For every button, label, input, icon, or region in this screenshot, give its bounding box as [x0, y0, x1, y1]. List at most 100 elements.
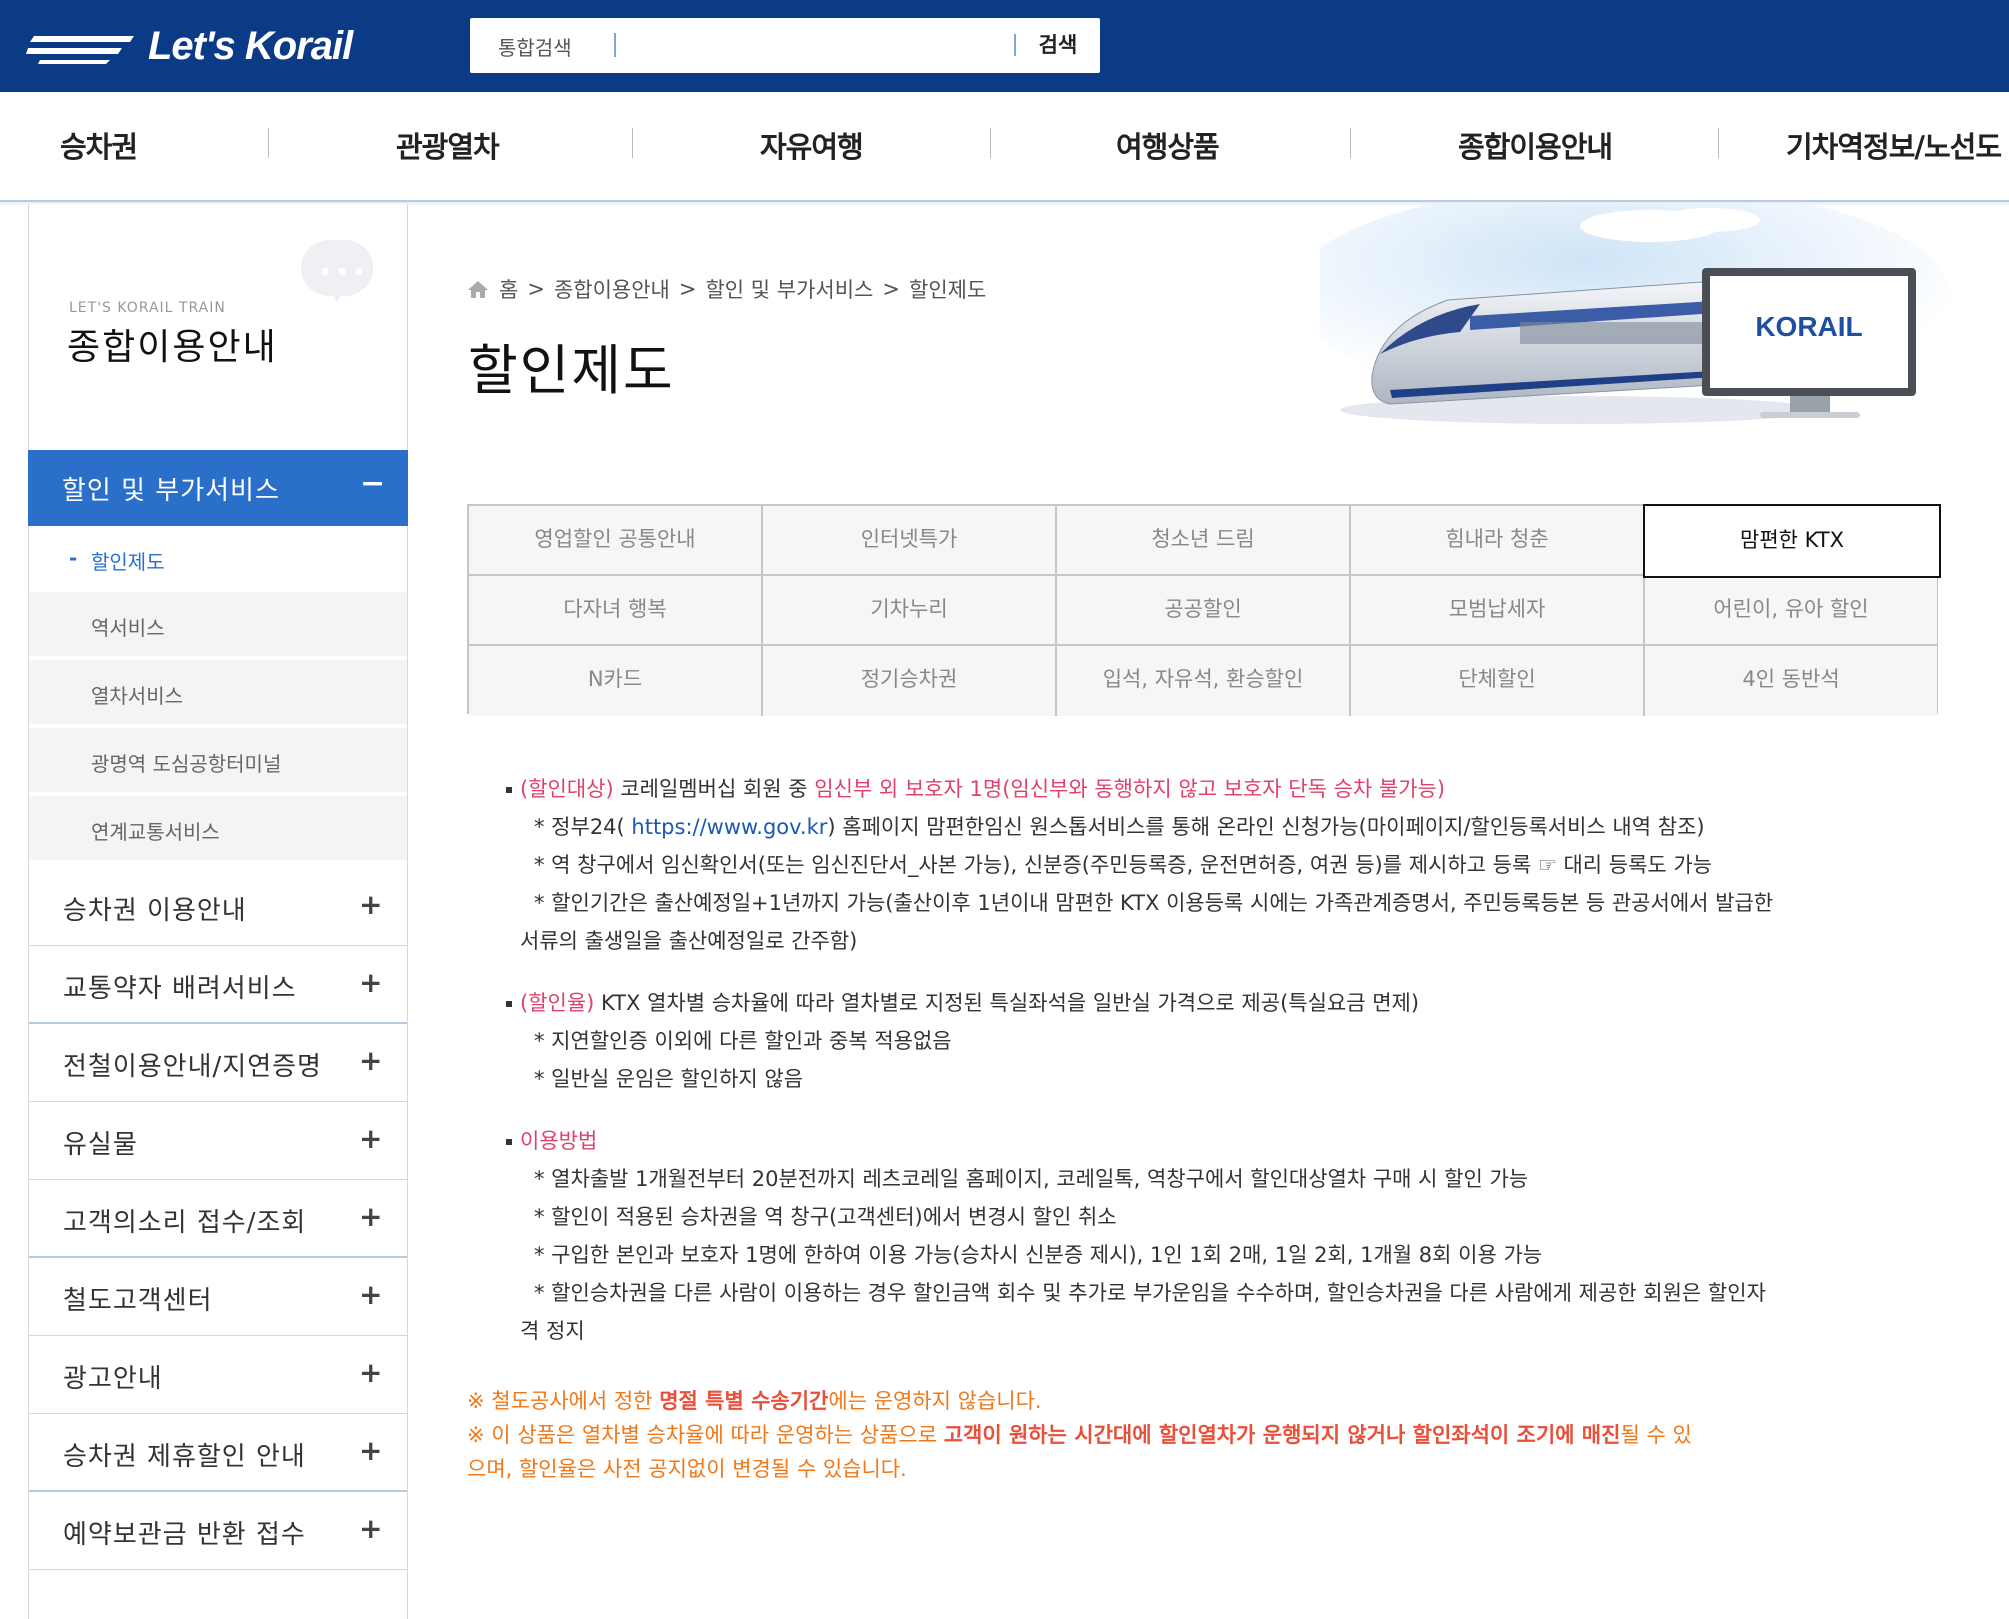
- notice-notes: ※ 철도공사에서 정한 명절 특별 수송기간에는 운영하지 않습니다. ※ 이 …: [467, 1384, 1947, 1486]
- section-label: (할인대상): [520, 777, 614, 801]
- sidebar-section-discount[interactable]: 할인 및 부가서비스 −: [28, 450, 408, 526]
- section-heading: (할인대상) 코레일멤버십 회원 중 임신부 외 보호자 1명(임신부와 동행하…: [504, 770, 1944, 808]
- note-text: ※ 철도공사에서 정한: [467, 1389, 660, 1413]
- sidebar-menu-accessibility[interactable]: 교통약자 배려서비스 +: [29, 946, 407, 1024]
- sidebar-menu-partner-discount[interactable]: 승차권 제휴할인 안내 +: [29, 1414, 407, 1492]
- gnb-free-travel[interactable]: 자유여행: [760, 124, 864, 166]
- sidebar: ••• LET'S KORAIL TRAIN 종합이용안내 할인 및 부가서비스…: [28, 204, 408, 1619]
- expand-icon: +: [359, 966, 383, 999]
- tab-comfortable-ktx[interactable]: 맘편한 KTX: [1643, 504, 1941, 578]
- sidebar-menu-subway[interactable]: 전철이용안내/지연증명 +: [29, 1024, 407, 1102]
- breadcrumb-general-info[interactable]: 종합이용안내: [554, 274, 670, 304]
- sidebar-menu-label: 예약보관금 반환 접수: [63, 1520, 306, 1550]
- section-heading: (할인율) KTX 열차별 승차율에 따라 열차별로 지정된 특실좌석을 일반실…: [504, 984, 1944, 1022]
- tab-commuter-ticket[interactable]: 정기승차권: [763, 646, 1057, 716]
- sidebar-subitem-train-service[interactable]: 열차서비스: [29, 660, 407, 726]
- note-emphasis: 고객이 원하는 시간대에 할인열차가 운행되지 않거나 할인좌석이 조기에 매진: [943, 1423, 1621, 1447]
- tab-four-seat[interactable]: 4인 동반석: [1645, 646, 1937, 716]
- sidebar-subitem-discount-system[interactable]: - 할인제도: [29, 526, 407, 592]
- section-label: (할인율): [520, 991, 595, 1015]
- section-rate: (할인율) KTX 열차별 승차율에 따라 열차별로 지정된 특실좌석을 일반실…: [504, 984, 1944, 1098]
- ktx-train-banner: KORAIL: [1320, 204, 1950, 424]
- detail-line: * 할인기간은 출산예정일+1년까지 가능(출산이후 1년이내 맘편한 KTX …: [534, 891, 1774, 915]
- expand-icon: +: [359, 1356, 383, 1389]
- korail-logo-icon: [26, 36, 134, 64]
- expand-icon: +: [359, 1122, 383, 1155]
- note-holiday: ※ 철도공사에서 정한 명절 특별 수송기간에는 운영하지 않습니다.: [467, 1384, 1947, 1418]
- breadcrumb: 홈 > 종합이용안내 > 할인 및 부가서비스 > 할인제도: [467, 274, 986, 304]
- tab-n-card[interactable]: N카드: [469, 646, 763, 716]
- collapse-icon: −: [360, 466, 386, 501]
- bubble-dots: •••: [319, 260, 370, 284]
- sidebar-menu-customer-center[interactable]: 철도고객센터 +: [29, 1258, 407, 1336]
- search-button[interactable]: 검색: [1026, 28, 1090, 63]
- discount-details: (할인대상) 코레일멤버십 회원 중 임신부 외 보호자 1명(임신부와 동행하…: [504, 770, 1944, 1374]
- chat-bubble-tail: [329, 290, 345, 302]
- tab-common-guide[interactable]: 영업할인 공통안내: [469, 506, 763, 576]
- sidebar-subitem-connecting-transport[interactable]: 연계교통서비스: [29, 796, 407, 862]
- section-heading: 이용방법: [504, 1122, 1944, 1160]
- note-availability: ※ 이 상품은 열차별 승차율에 따라 운영하는 상품으로 고객이 원하는 시간…: [467, 1418, 1947, 1452]
- sidebar-subitem-label: 열차서비스: [91, 684, 183, 708]
- monitor-korail-text: KORAIL: [1755, 311, 1862, 342]
- tab-gichanuri[interactable]: 기차누리: [763, 576, 1057, 646]
- gnb-tour-trains[interactable]: 관광열차: [396, 124, 500, 166]
- gnb-general-info[interactable]: 종합이용안내: [1458, 124, 1613, 166]
- korail-logo[interactable]: Let's Korail: [26, 22, 353, 70]
- sidebar-menu-ticket-guide[interactable]: 승차권 이용안내 +: [29, 868, 407, 946]
- note-text: 될 수 있: [1620, 1423, 1692, 1447]
- detail-line: * 할인승차권을 다른 사람이 이용하는 경우 할인금액 회수 및 추가로 부가…: [534, 1281, 1766, 1305]
- sidebar-title: 종합이용안내: [67, 327, 278, 368]
- breadcrumb-discount-services[interactable]: 할인 및 부가서비스: [705, 274, 873, 304]
- sidebar-menu-lost-items[interactable]: 유실물 +: [29, 1102, 407, 1180]
- tab-model-taxpayer[interactable]: 모범납세자: [1351, 576, 1645, 646]
- tab-cheer-youth[interactable]: 힘내라 청춘: [1351, 506, 1645, 576]
- gov-link[interactable]: https://www.gov.kr: [631, 815, 827, 839]
- expand-icon: +: [359, 1044, 383, 1077]
- expand-icon: +: [359, 1200, 383, 1233]
- sidebar-menu-advertising[interactable]: 광고안내 +: [29, 1336, 407, 1414]
- gnb-tickets[interactable]: 승차권: [60, 124, 138, 166]
- current-marker: -: [69, 546, 78, 570]
- tab-public-discount[interactable]: 공공할인: [1057, 576, 1351, 646]
- gnb-divider: [268, 128, 269, 158]
- tab-standing-transfer[interactable]: 입석, 자유석, 환승할인: [1057, 646, 1351, 716]
- sidebar-menu-deposit-refund[interactable]: 예약보관금 반환 접수 +: [29, 1492, 407, 1570]
- tab-group-discount[interactable]: 단체할인: [1351, 646, 1645, 716]
- sidebar-menu-label: 유실물: [63, 1130, 138, 1160]
- search-input[interactable]: 통합검색 검색: [470, 18, 1100, 73]
- sidebar-menu-label: 철도고객센터: [63, 1286, 213, 1316]
- detail-line: * 정부24( https://www.gov.kr) 홈페이지 맘편한임신 원…: [504, 808, 1944, 846]
- text-cursor: [614, 33, 616, 57]
- sidebar-subitem-label: 할인제도: [91, 550, 165, 574]
- gnb-station-info[interactable]: 기차역정보/노선도: [1786, 124, 2002, 166]
- tab-child-infant[interactable]: 어린이, 유아 할인: [1645, 576, 1937, 646]
- sidebar-subitem-gwangmyeong[interactable]: 광명역 도심공항터미널: [29, 728, 407, 794]
- tab-youth-dream[interactable]: 청소년 드림: [1057, 506, 1351, 576]
- detail-line: * 역 창구에서 임신확인서(또는 임신진단서_사본 가능), 신분증(주민등록…: [534, 853, 1713, 877]
- expand-icon: +: [359, 888, 383, 921]
- breadcrumb-separator: >: [882, 277, 900, 301]
- home-icon[interactable]: [467, 279, 489, 299]
- note-emphasis: 명절 특별 수송기간: [659, 1389, 829, 1413]
- sidebar-menu-label: 전철이용안내/지연증명: [63, 1052, 322, 1082]
- detail-line: * 할인이 적용된 승차권을 역 창구(고객센터)에서 변경시 할인 취소: [534, 1205, 1117, 1229]
- tab-internet-special[interactable]: 인터넷특가: [763, 506, 1057, 576]
- breadcrumb-home[interactable]: 홈: [499, 274, 518, 304]
- detail-line: * 일반실 운임은 할인하지 않음: [534, 1067, 804, 1091]
- search-placeholder: 통합검색: [498, 36, 572, 60]
- gnb-divider: [1718, 128, 1719, 158]
- sidebar-subitem-station-service[interactable]: 역서비스: [29, 592, 407, 658]
- section-target: (할인대상) 코레일멤버십 회원 중 임신부 외 보호자 1명(임신부와 동행하…: [504, 770, 1944, 960]
- sidebar-menu-customer-voice[interactable]: 고객의소리 접수/조회 +: [29, 1180, 407, 1258]
- section-label: 이용방법: [520, 1129, 598, 1153]
- note-availability-continued: 으며, 할인율은 사전 공지없이 변경될 수 있습니다.: [467, 1457, 907, 1481]
- section-text: 코레일멤버십 회원 중: [613, 777, 815, 801]
- note-text: 에는 운영하지 않습니다.: [828, 1389, 1042, 1413]
- sidebar-menu-label: 교통약자 배려서비스: [63, 974, 297, 1004]
- detail-line: * 구입한 본인과 보호자 1명에 한하여 이용 가능(승차시 신분증 제시),…: [534, 1243, 1543, 1267]
- discount-tabs: 영업할인 공통안내 인터넷특가 청소년 드림 힘내라 청춘 맘편한 KTX 다자…: [467, 504, 1941, 716]
- gnb-travel-products[interactable]: 여행상품: [1116, 124, 1220, 166]
- gnb-divider: [1350, 128, 1351, 158]
- tab-multi-child[interactable]: 다자녀 행복: [469, 576, 763, 646]
